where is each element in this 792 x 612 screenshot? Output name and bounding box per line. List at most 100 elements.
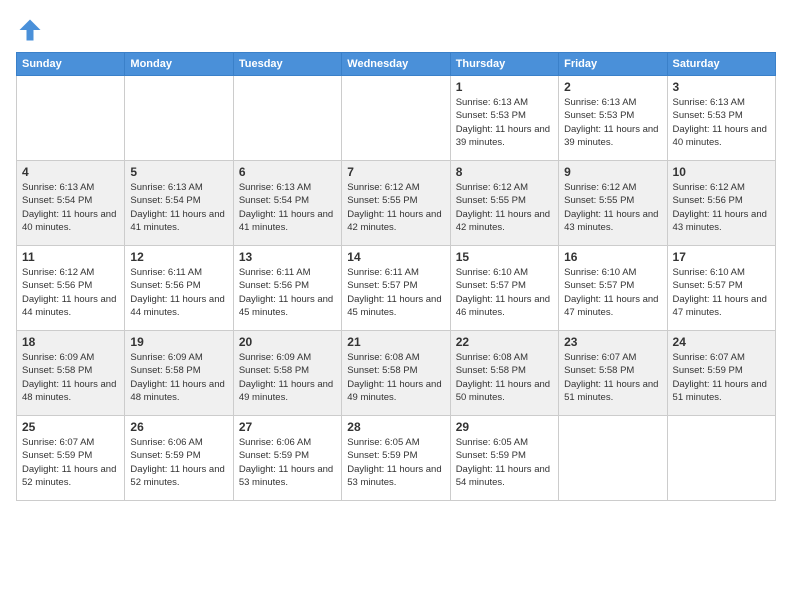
calendar-week-row: 4 Sunrise: 6:13 AMSunset: 5:54 PMDaylight…	[17, 161, 776, 246]
calendar-cell: 14 Sunrise: 6:11 AMSunset: 5:57 PMDayligh…	[342, 246, 450, 331]
calendar-cell: 28 Sunrise: 6:05 AMSunset: 5:59 PMDayligh…	[342, 416, 450, 501]
calendar-cell: 22Sunrise: 6:08 AMSunset: 5:58 PMDayligh…	[450, 331, 558, 416]
day-info: Sunrise: 6:06 AMSunset: 5:59 PMDaylight:…	[130, 436, 227, 489]
header-sunday: Sunday	[17, 53, 125, 76]
day-number: 3	[673, 80, 770, 94]
calendar-cell: 26 Sunrise: 6:06 AMSunset: 5:59 PMDayligh…	[125, 416, 233, 501]
day-info: Sunrise: 6:11 AMSunset: 5:56 PMDaylight:…	[239, 266, 336, 319]
calendar-week-row: 18 Sunrise: 6:09 AMSunset: 5:58 PMDayligh…	[17, 331, 776, 416]
calendar-cell	[559, 416, 667, 501]
calendar-week-row: 25 Sunrise: 6:07 AMSunset: 5:59 PMDayligh…	[17, 416, 776, 501]
day-number: 10	[673, 165, 770, 179]
day-number: 28	[347, 420, 444, 434]
day-info: Sunrise: 6:05 AMSunset: 5:59 PMDaylight:…	[347, 436, 444, 489]
logo-icon	[16, 16, 44, 44]
calendar-cell	[17, 76, 125, 161]
calendar-cell: 3 Sunrise: 6:13 AMSunset: 5:53 PMDaylight…	[667, 76, 775, 161]
day-info: Sunrise: 6:07 AMSunset: 5:58 PMDaylight:…	[564, 351, 661, 404]
logo	[16, 16, 48, 44]
day-number: 7	[347, 165, 444, 179]
calendar-cell: 25 Sunrise: 6:07 AMSunset: 5:59 PMDayligh…	[17, 416, 125, 501]
day-number: 9	[564, 165, 661, 179]
day-info: Sunrise: 6:13 AMSunset: 5:53 PMDaylight:…	[564, 96, 661, 149]
day-number: 26	[130, 420, 227, 434]
day-number: 21	[347, 335, 444, 349]
day-number: 24	[673, 335, 770, 349]
day-info: Sunrise: 6:08 AMSunset: 5:58 PMDaylight:…	[347, 351, 444, 404]
day-info: Sunrise: 6:13 AMSunset: 5:54 PMDaylight:…	[130, 181, 227, 234]
calendar-cell: 7 Sunrise: 6:12 AMSunset: 5:55 PMDaylight…	[342, 161, 450, 246]
day-info: Sunrise: 6:07 AMSunset: 5:59 PMDaylight:…	[22, 436, 119, 489]
day-info: Sunrise: 6:13 AMSunset: 5:53 PMDaylight:…	[673, 96, 770, 149]
day-number: 20	[239, 335, 336, 349]
day-info: Sunrise: 6:12 AMSunset: 5:56 PMDaylight:…	[22, 266, 119, 319]
day-number: 5	[130, 165, 227, 179]
day-number: 12	[130, 250, 227, 264]
day-info: Sunrise: 6:12 AMSunset: 5:55 PMDaylight:…	[456, 181, 553, 234]
page-header	[16, 16, 776, 44]
calendar-cell: 13 Sunrise: 6:11 AMSunset: 5:56 PMDayligh…	[233, 246, 341, 331]
day-number: 8	[456, 165, 553, 179]
calendar-cell: 8 Sunrise: 6:12 AMSunset: 5:55 PMDaylight…	[450, 161, 558, 246]
calendar-cell: 21 Sunrise: 6:08 AMSunset: 5:58 PMDayligh…	[342, 331, 450, 416]
calendar-cell: 16Sunrise: 6:10 AMSunset: 5:57 PMDayligh…	[559, 246, 667, 331]
header-saturday: Saturday	[667, 53, 775, 76]
calendar-cell	[342, 76, 450, 161]
calendar-cell: 27 Sunrise: 6:06 AMSunset: 5:59 PMDayligh…	[233, 416, 341, 501]
day-info: Sunrise: 6:11 AMSunset: 5:57 PMDaylight:…	[347, 266, 444, 319]
day-info: Sunrise: 6:06 AMSunset: 5:59 PMDaylight:…	[239, 436, 336, 489]
day-number: 29	[456, 420, 553, 434]
day-info: Sunrise: 6:13 AMSunset: 5:54 PMDaylight:…	[22, 181, 119, 234]
day-info: Sunrise: 6:09 AMSunset: 5:58 PMDaylight:…	[130, 351, 227, 404]
day-info: Sunrise: 6:10 AMSunset: 5:57 PMDaylight:…	[673, 266, 770, 319]
calendar-cell: 10 Sunrise: 6:12 AMSunset: 5:56 PMDayligh…	[667, 161, 775, 246]
calendar-cell: 23Sunrise: 6:07 AMSunset: 5:58 PMDayligh…	[559, 331, 667, 416]
day-info: Sunrise: 6:12 AMSunset: 5:55 PMDaylight:…	[347, 181, 444, 234]
day-info: Sunrise: 6:12 AMSunset: 5:56 PMDaylight:…	[673, 181, 770, 234]
day-number: 4	[22, 165, 119, 179]
day-number: 6	[239, 165, 336, 179]
day-number: 18	[22, 335, 119, 349]
day-info: Sunrise: 6:09 AMSunset: 5:58 PMDaylight:…	[22, 351, 119, 404]
day-number: 1	[456, 80, 553, 94]
day-number: 13	[239, 250, 336, 264]
calendar-cell: 5 Sunrise: 6:13 AMSunset: 5:54 PMDaylight…	[125, 161, 233, 246]
header-monday: Monday	[125, 53, 233, 76]
calendar-cell: 29 Sunrise: 6:05 AMSunset: 5:59 PMDayligh…	[450, 416, 558, 501]
calendar-cell: 9 Sunrise: 6:12 AMSunset: 5:55 PMDaylight…	[559, 161, 667, 246]
calendar-header-row: Sunday Monday Tuesday Wednesday Thursday…	[17, 53, 776, 76]
calendar-table: Sunday Monday Tuesday Wednesday Thursday…	[16, 52, 776, 501]
day-info: Sunrise: 6:12 AMSunset: 5:55 PMDaylight:…	[564, 181, 661, 234]
day-number: 27	[239, 420, 336, 434]
header-friday: Friday	[559, 53, 667, 76]
calendar-cell: 11 Sunrise: 6:12 AMSunset: 5:56 PMDayligh…	[17, 246, 125, 331]
header-tuesday: Tuesday	[233, 53, 341, 76]
day-info: Sunrise: 6:13 AMSunset: 5:54 PMDaylight:…	[239, 181, 336, 234]
day-info: Sunrise: 6:10 AMSunset: 5:57 PMDaylight:…	[456, 266, 553, 319]
day-info: Sunrise: 6:08 AMSunset: 5:58 PMDaylight:…	[456, 351, 553, 404]
header-thursday: Thursday	[450, 53, 558, 76]
calendar-cell	[233, 76, 341, 161]
day-number: 17	[673, 250, 770, 264]
calendar-cell: 15 Sunrise: 6:10 AMSunset: 5:57 PMDayligh…	[450, 246, 558, 331]
calendar-cell: 24Sunrise: 6:07 AMSunset: 5:59 PMDayligh…	[667, 331, 775, 416]
calendar-cell: 18 Sunrise: 6:09 AMSunset: 5:58 PMDayligh…	[17, 331, 125, 416]
day-number: 19	[130, 335, 227, 349]
day-number: 11	[22, 250, 119, 264]
calendar-cell: 4 Sunrise: 6:13 AMSunset: 5:54 PMDaylight…	[17, 161, 125, 246]
calendar-cell: 6 Sunrise: 6:13 AMSunset: 5:54 PMDaylight…	[233, 161, 341, 246]
calendar-cell: 1 Sunrise: 6:13 AMSunset: 5:53 PMDaylight…	[450, 76, 558, 161]
calendar-cell: 19 Sunrise: 6:09 AMSunset: 5:58 PMDayligh…	[125, 331, 233, 416]
day-number: 25	[22, 420, 119, 434]
day-info: Sunrise: 6:05 AMSunset: 5:59 PMDaylight:…	[456, 436, 553, 489]
day-number: 14	[347, 250, 444, 264]
day-info: Sunrise: 6:11 AMSunset: 5:56 PMDaylight:…	[130, 266, 227, 319]
day-number: 15	[456, 250, 553, 264]
calendar-cell	[125, 76, 233, 161]
calendar-cell	[667, 416, 775, 501]
day-info: Sunrise: 6:13 AMSunset: 5:53 PMDaylight:…	[456, 96, 553, 149]
calendar-cell: 20Sunrise: 6:09 AMSunset: 5:58 PMDayligh…	[233, 331, 341, 416]
calendar-week-row: 11 Sunrise: 6:12 AMSunset: 5:56 PMDayligh…	[17, 246, 776, 331]
calendar-cell: 17 Sunrise: 6:10 AMSunset: 5:57 PMDayligh…	[667, 246, 775, 331]
header-wednesday: Wednesday	[342, 53, 450, 76]
